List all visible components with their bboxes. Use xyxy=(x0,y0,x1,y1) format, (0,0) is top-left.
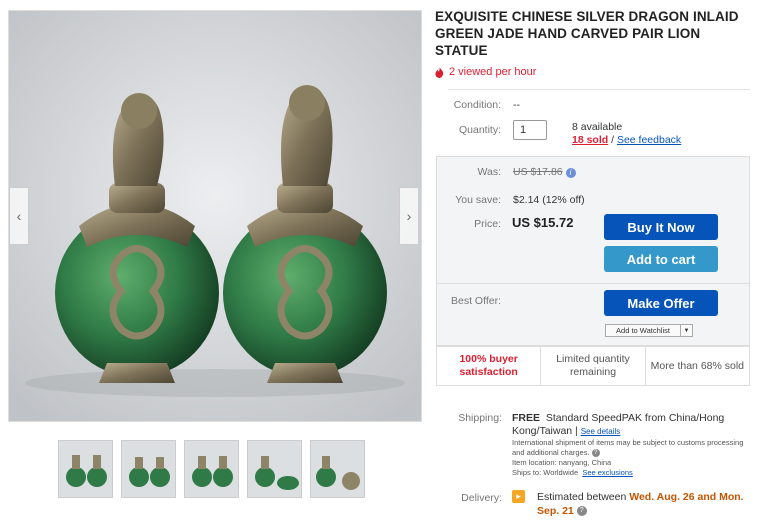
flame-icon xyxy=(435,66,444,78)
ships-to-line: Ships to: Worldwide See exclusions xyxy=(512,468,748,478)
prev-image-button[interactable]: ‹ xyxy=(9,187,29,245)
price-value: US $15.72 xyxy=(512,215,574,230)
main-product-image[interactable]: ‹ › xyxy=(8,10,422,422)
condition-value: -- xyxy=(513,99,520,111)
quantity-label: Quantity: xyxy=(458,124,501,136)
chevron-right-icon: › xyxy=(406,208,412,224)
signal-percent-sold: More than 68% sold xyxy=(644,347,749,385)
thumbnail-5[interactable] xyxy=(310,440,365,498)
delivery-label: Delivery: xyxy=(461,492,502,504)
sold-separator: / xyxy=(608,134,617,146)
thumbnail-2[interactable] xyxy=(121,440,176,498)
thumbnail-1[interactable] xyxy=(58,440,113,498)
price-label: Price: xyxy=(474,218,501,230)
sold-feedback-line: 18 sold / See feedback xyxy=(572,134,681,147)
shipping-sep: | xyxy=(572,425,581,437)
signal-limited-quantity: Limited quantity remaining xyxy=(540,347,644,385)
condition-label: Condition: xyxy=(453,99,501,111)
viewed-per-hour: 2 viewed per hour xyxy=(435,66,536,78)
item-location: Item location: nanyang, China xyxy=(512,458,612,467)
quantity-input[interactable]: 1 xyxy=(513,120,547,140)
add-to-watchlist-button[interactable]: Add to Watchlist ▼ xyxy=(605,324,693,337)
product-photo xyxy=(9,11,421,421)
customs-note: International shipment of items may be s… xyxy=(512,438,748,458)
signal-buyer-satisfaction: 100% buyer satisfaction xyxy=(459,353,518,378)
next-image-button[interactable]: › xyxy=(399,187,419,245)
help-icon[interactable]: ? xyxy=(591,449,600,458)
was-price-value: US $17.86 xyxy=(513,166,563,178)
info-icon[interactable]: i xyxy=(565,168,576,178)
shipping-label: Shipping: xyxy=(458,412,502,424)
make-offer-button[interactable]: Make Offer xyxy=(604,290,718,316)
add-to-cart-button[interactable]: Add to cart xyxy=(604,246,718,272)
see-exclusions-link[interactable]: See exclusions xyxy=(582,468,632,477)
you-save-label: You save: xyxy=(455,194,501,206)
ships-to: Ships to: Worldwide xyxy=(512,468,579,477)
help-icon[interactable]: ? xyxy=(576,506,587,517)
you-save-value: $2.14 (12% off) xyxy=(513,194,585,206)
customs-note-text: International shipment of items may be s… xyxy=(512,438,744,457)
available-count: 8 available xyxy=(572,121,623,133)
see-feedback-link[interactable]: See feedback xyxy=(617,134,681,146)
listing-title: EXQUISITE CHINESE SILVER DRAGON INLAID G… xyxy=(435,9,739,58)
see-details-link[interactable]: See details xyxy=(581,427,621,436)
chevron-left-icon: ‹ xyxy=(16,208,22,224)
viewed-text: 2 viewed per hour xyxy=(449,66,537,78)
shipping-free: FREE xyxy=(512,412,541,424)
thumbnail-4[interactable] xyxy=(247,440,302,498)
was-price: US $17.86 i xyxy=(513,166,576,178)
delivery-box-icon: ▸ xyxy=(512,490,525,503)
best-offer-label: Best Offer: xyxy=(451,295,501,307)
sold-count-link[interactable]: 18 sold xyxy=(572,134,608,146)
delivery-estimate: Estimated between Wed. Aug. 26 and Mon. … xyxy=(537,490,753,518)
delivery-prefix: Estimated between xyxy=(537,491,627,503)
trust-signals: 100% buyer satisfaction Limited quantity… xyxy=(436,346,750,386)
shipping-info: FREE Standard SpeedPAK from China/Hong K… xyxy=(512,412,748,478)
shipping-method-line: FREE Standard SpeedPAK from China/Hong K… xyxy=(512,412,748,438)
quantity-value: 1 xyxy=(520,124,527,136)
was-label: Was: xyxy=(477,166,501,178)
watchlist-label: Add to Watchlist xyxy=(616,326,670,335)
availability: 8 available 18 sold / See feedback xyxy=(572,121,681,147)
thumbnail-3[interactable] xyxy=(184,440,239,498)
buy-it-now-button[interactable]: Buy It Now xyxy=(604,214,718,240)
divider xyxy=(448,89,750,90)
chevron-down-icon[interactable]: ▼ xyxy=(680,325,692,336)
